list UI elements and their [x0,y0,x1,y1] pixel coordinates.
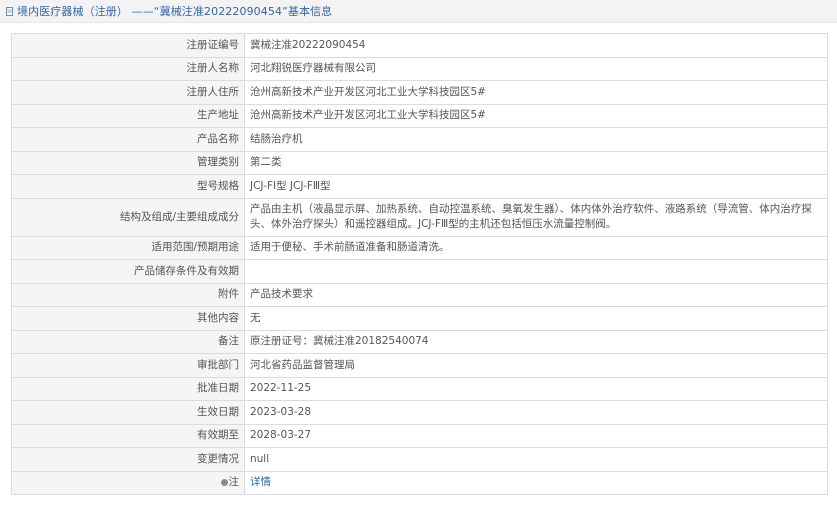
row-label: 附件 [11,282,245,307]
page-icon [6,6,13,16]
page-title: 境内医疗器械（注册） ——“冀械注准20222090454”基本信息 [17,5,333,18]
row-label: 注册证编号 [11,33,245,58]
row-label: 备注 [11,329,245,354]
row-value: 第二类 [244,150,828,175]
note-label-cell: 注 [11,470,245,495]
row-label: 审批部门 [11,353,245,378]
row-label: 有效期至 [11,423,245,448]
row-value: 河北省药品监督管理局 [244,353,828,378]
row-value: JCJ-FⅠ型 JCJ-FⅢ型 [244,174,828,199]
table-row-note: 注 详情 [11,470,828,495]
row-label: 注册人住所 [11,80,245,105]
row-value: 无 [244,306,828,331]
row-label: 生效日期 [11,400,245,425]
row-label: 生产地址 [11,103,245,128]
note-icon [220,478,228,486]
row-value: 产品由主机（液晶显示屏、加热系统、自动控温系统、臭氧发生器）、体内体外治疗软件、… [244,197,828,237]
row-value: 结肠治疗机 [244,127,828,152]
row-value: 原注册证号：冀械注准20182540074 [244,329,828,354]
table-row: 管理类别 第二类 [11,150,828,175]
table-row: 注册人名称 河北翔锐医疗器械有限公司 [11,56,828,81]
table-row: 注册人住所 沧州高新技术产业开发区河北工业大学科技园区5# [11,80,828,105]
table-row: 注册证编号 冀械注准20222090454 [11,33,828,58]
row-value: 沧州高新技术产业开发区河北工业大学科技园区5# [244,103,828,128]
table-row: 产品名称 结肠治疗机 [11,127,828,152]
table-row: 批准日期 2022-11-25 [11,376,828,401]
row-value: 产品技术要求 [244,282,828,307]
table-row: 附件 产品技术要求 [11,282,828,307]
info-table: 注册证编号 冀械注准20222090454 注册人名称 河北翔锐医疗器械有限公司… [11,33,828,495]
row-value: 2028-03-27 [244,423,828,448]
row-label: 其他内容 [11,306,245,331]
row-label: 产品名称 [11,127,245,152]
row-label: 注册人名称 [11,56,245,81]
row-value [244,259,828,284]
row-label: 适用范围/预期用途 [11,235,245,260]
row-label: 管理类别 [11,150,245,175]
note-value-cell: 详情 [244,470,828,495]
note-label: 注 [228,476,240,489]
table-row: 其他内容 无 [11,306,828,331]
row-label: 变更情况 [11,447,245,472]
row-value: 2023-03-28 [244,400,828,425]
row-value: null [244,447,828,472]
row-label: 产品储存条件及有效期 [11,259,245,284]
table-row: 生效日期 2023-03-28 [11,400,828,425]
table-row: 变更情况 null [11,447,828,472]
title-bar: 境内医疗器械（注册） ——“冀械注准20222090454”基本信息 [0,0,837,23]
table-row: 产品储存条件及有效期 [11,259,828,284]
row-value-text: 产品由主机（液晶显示屏、加热系统、自动控温系统、臭氧发生器）、体内体外治疗软件、… [250,203,812,230]
table-row: 结构及组成/主要组成成分 产品由主机（液晶显示屏、加热系统、自动控温系统、臭氧发… [11,197,828,237]
row-label: 批准日期 [11,376,245,401]
row-value: 冀械注准20222090454 [244,33,828,58]
row-label: 型号规格 [11,174,245,199]
detail-link[interactable]: 详情 [250,476,271,488]
row-value: 2022-11-25 [244,376,828,401]
table-row: 型号规格 JCJ-FⅠ型 JCJ-FⅢ型 [11,174,828,199]
row-value: 河北翔锐医疗器械有限公司 [244,56,828,81]
table-row: 适用范围/预期用途 适用于便秘、手术前肠道准备和肠道清洗。 [11,235,828,260]
table-row: 审批部门 河北省药品监督管理局 [11,353,828,378]
table-row: 生产地址 沧州高新技术产业开发区河北工业大学科技园区5# [11,103,828,128]
table-row: 有效期至 2028-03-27 [11,423,828,448]
row-label: 结构及组成/主要组成成分 [11,197,245,237]
row-value: 适用于便秘、手术前肠道准备和肠道清洗。 [244,235,828,260]
row-value: 沧州高新技术产业开发区河北工业大学科技园区5# [244,80,828,105]
table-row: 备注 原注册证号：冀械注准20182540074 [11,329,828,354]
